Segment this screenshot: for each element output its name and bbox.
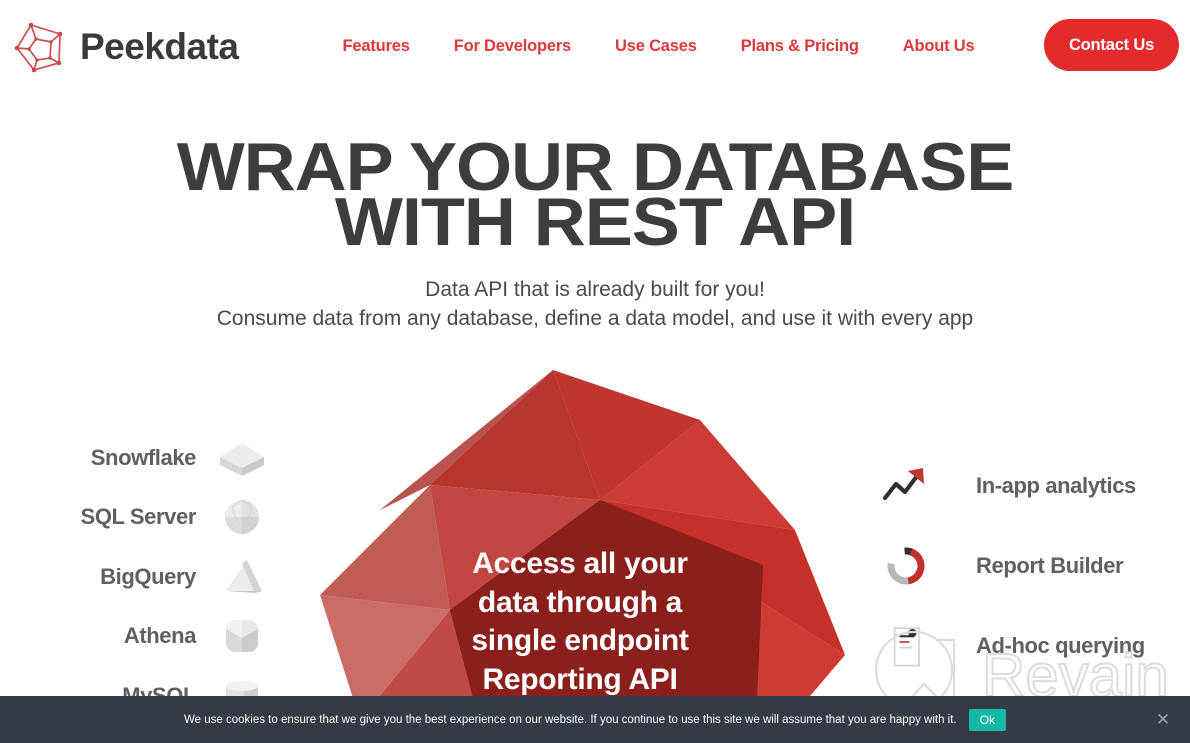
main-navigation: Features For Developers Use Cases Plans … [343,37,975,56]
nav-item-features[interactable]: Features [343,37,410,56]
peekdata-polygon-logo-icon [12,18,68,74]
cookie-consent-banner: We use cookies to ensure that we give yo… [0,696,1190,743]
nav-item-for-developers[interactable]: For Developers [454,37,572,56]
nav-item-use-cases[interactable]: Use Cases [615,37,697,56]
nav-item-plans-pricing[interactable]: Plans & Pricing [741,37,859,56]
close-icon[interactable]: ✕ [1154,711,1172,729]
hero-subtitle-secondary: Consume data from any database, define a… [216,307,974,330]
feature-label: In-app analytics [976,473,1136,498]
contact-us-button[interactable]: Contact Us [1044,19,1179,71]
data-source-sql-server[interactable]: SQL Server [0,489,270,545]
feature-label: Ad-hoc querying [976,633,1145,658]
cookie-ok-button[interactable]: Ok [968,708,1006,731]
nav-item-about-us[interactable]: About Us [903,37,975,56]
magnifier-document-icon [880,620,932,672]
feature-label: Report Builder [976,553,1124,578]
cookie-message: We use cookies to ensure that we give yo… [184,713,957,726]
data-source-label: Snowflake [90,445,197,470]
cube-diamond-icon [214,430,270,486]
brand-name: Peekdata [80,25,239,67]
reporting-api-gem-graphic: Access all your data through a single en… [300,360,860,743]
trend-arrow-icon [880,460,932,512]
hero-section: WRAP YOUR DATABASE WITH REST API Data AP… [0,133,1190,333]
feature-report-builder[interactable]: Report Builder [880,540,1190,592]
data-source-snowflake[interactable]: Snowflake [0,430,270,486]
site-header: Peekdata Features For Developers Use Cas… [0,0,1190,92]
page-root: Peekdata Features For Developers Use Cas… [0,0,1190,743]
rounded-polyhedron-icon [214,608,270,664]
faceted-sphere-icon [214,489,270,545]
donut-chart-icon [880,540,932,592]
feature-ad-hoc-querying[interactable]: Ad-hoc querying [880,620,1190,672]
data-source-label: BigQuery [100,564,196,589]
pyramid-icon [214,549,270,605]
data-source-athena[interactable]: Athena [0,608,270,664]
data-source-label: Athena [123,623,197,648]
data-source-bigquery[interactable]: BigQuery [0,549,270,605]
feature-in-app-analytics[interactable]: In-app analytics [880,460,1190,512]
brand-logo[interactable]: Peekdata [12,18,239,74]
hero-subtitle-primary: Data API that is already built for you! [425,278,765,301]
data-source-label: SQL Server [80,504,197,529]
page-title: WRAP YOUR DATABASE WITH REST API [0,133,1190,256]
